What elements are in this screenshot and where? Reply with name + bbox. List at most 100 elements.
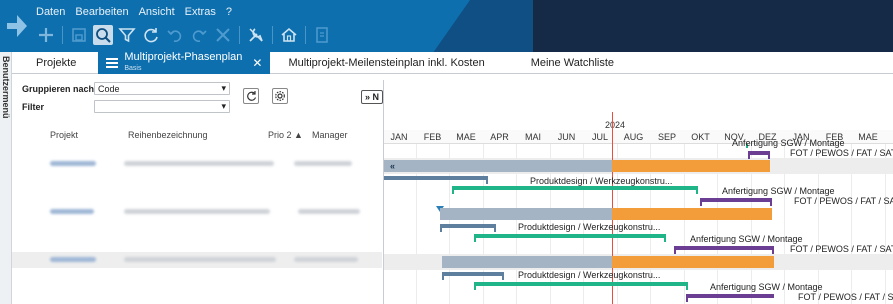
month-label: JUL [591, 132, 609, 142]
tab-bar: Projekte Multiprojekt-Phasenplan Basis ✕… [12, 52, 893, 74]
user-menu-sidebar[interactable]: Benutzermenü [0, 52, 12, 304]
plus-icon[interactable] [36, 25, 56, 45]
project-bar-done[interactable] [442, 256, 612, 268]
phase-label: FOT / PEWOS / FAT / SAT [794, 196, 893, 206]
month-label: JAN [390, 132, 408, 142]
project-bar-remaining[interactable] [612, 256, 774, 268]
blurred-series-name [124, 209, 270, 214]
toolbar-separator [272, 26, 273, 44]
filter-icon[interactable] [117, 25, 137, 45]
project-bar-remaining[interactable] [612, 208, 772, 220]
tab-label: Multiprojekt-Phasenplan [124, 51, 243, 63]
reload-button[interactable] [243, 88, 259, 104]
menu-bar: Daten Bearbeiten Ansicht Extras ? [36, 6, 232, 18]
column-projekt[interactable]: Projekt [50, 130, 78, 140]
table-row[interactable] [12, 252, 382, 268]
tools-icon[interactable] [246, 25, 266, 45]
phase-bar-tick [700, 198, 702, 206]
phase-label: FOT / PEWOS / FAT / SAT [790, 148, 893, 158]
hamburger-menu-icon[interactable] [106, 58, 119, 68]
column-prio[interactable]: Prio 2 ▲ [268, 130, 303, 140]
header-dark-area [533, 0, 893, 52]
user-menu-label: Benutzermenü [1, 56, 11, 119]
phase-bar-fabrication[interactable] [700, 198, 772, 202]
group-by-row: Gruppieren nach Code ▾ [22, 82, 230, 95]
project-bar-remaining[interactable] [612, 160, 770, 172]
export-icon[interactable] [312, 25, 332, 45]
column-manager[interactable]: Manager [312, 130, 348, 140]
menu-ansicht[interactable]: Ansicht [139, 6, 175, 18]
tab-meine-watchliste[interactable]: Meine Watchliste [507, 52, 638, 74]
phase-bar-tick [748, 151, 750, 159]
home-icon[interactable] [279, 25, 299, 45]
delete-icon[interactable] [213, 25, 233, 45]
phase-bar-tick [440, 224, 442, 232]
month-label: MAE [858, 132, 878, 142]
filter-row: Filter ▾ [22, 100, 230, 113]
gear-icon [275, 91, 285, 101]
phase-bar-planning[interactable] [384, 176, 488, 180]
project-bar-done[interactable] [440, 208, 612, 220]
phase-bar-tick [770, 198, 772, 206]
table-row[interactable] [12, 156, 382, 172]
menu-extras[interactable]: Extras [185, 6, 216, 18]
phase-bar-tick [772, 246, 774, 254]
toolbar-separator [62, 26, 63, 44]
column-reihenbezeichnung[interactable]: Reihenbezeichnung [128, 130, 208, 140]
chevron-down-icon: ▾ [221, 101, 226, 111]
settings-button[interactable] [272, 88, 288, 104]
filter-select[interactable]: ▾ [94, 100, 230, 113]
month-label: JUN [557, 132, 576, 142]
app-header: Daten Bearbeiten Ansicht Extras ? [0, 0, 893, 52]
nav-label: » N [364, 92, 379, 102]
collapse-icon[interactable]: « [390, 161, 395, 171]
refresh-icon[interactable] [141, 25, 161, 45]
phase-bar-tick [452, 186, 454, 194]
group-by-select[interactable]: Code ▾ [94, 82, 230, 95]
project-bar-done[interactable] [384, 160, 612, 172]
phase-bar-testing[interactable] [748, 151, 770, 155]
year-label: 2024 [605, 120, 626, 130]
redo-icon[interactable] [189, 25, 209, 45]
phase-bar-tick [768, 151, 770, 159]
phase-label: Anfertigung SGW / Montage [710, 282, 823, 292]
phase-bar-fabrication[interactable] [686, 294, 774, 298]
close-tab-icon[interactable]: ✕ [252, 56, 262, 70]
menu-help[interactable]: ? [226, 6, 232, 18]
search-icon[interactable] [93, 25, 113, 45]
grid-header: Projekt Reihenbezeichnung Prio 2 ▲ Manag… [12, 128, 382, 142]
toolbar-separator [305, 26, 306, 44]
tab-label: Projekte [36, 57, 77, 69]
phase-label: FOT / PEWOS / FAT / SAT [798, 292, 893, 302]
refresh-icon [247, 91, 257, 101]
tab-multiprojekt-phasenplan[interactable]: Multiprojekt-Phasenplan Basis ✕ [98, 51, 271, 74]
undo-icon[interactable] [165, 25, 185, 45]
phase-bar-planning[interactable] [442, 272, 504, 276]
month-label: APR [490, 132, 509, 142]
blurred-series-name [124, 161, 274, 166]
save-icon[interactable] [69, 25, 89, 45]
phase-bar-design[interactable] [474, 234, 666, 238]
phase-bar-tick [696, 186, 698, 194]
tab-multiprojekt-meilensteinplan[interactable]: Multiprojekt-Meilensteinplan inkl. Koste… [270, 52, 506, 74]
tab-label: Multiprojekt-Meilensteinplan inkl. Koste… [288, 57, 485, 69]
gantt-forward-button[interactable]: » N [361, 90, 383, 104]
tab-projekte[interactable]: Projekte [12, 52, 98, 74]
month-label: MAE [456, 132, 476, 142]
phase-label: Anfertigung SGW / Montage [690, 234, 803, 244]
phase-bar-tick [664, 234, 666, 242]
menu-daten[interactable]: Daten [36, 6, 65, 18]
phase-bar-design[interactable] [474, 282, 688, 286]
phase-bar-design[interactable] [452, 186, 698, 190]
phase-bar-planning[interactable] [440, 224, 496, 228]
toolbar-separator [239, 26, 240, 44]
month-label: FEB [423, 132, 442, 142]
phase-bar-fabrication[interactable] [674, 246, 774, 250]
tab-sublabel: Basis [124, 65, 142, 72]
phase-label: Produktdesign / Werkzeugkonstru... [530, 176, 673, 186]
phase-label: Anfertigung SGW / Montage [732, 138, 845, 148]
menu-bearbeiten[interactable]: Bearbeiten [75, 6, 128, 18]
table-row[interactable] [12, 204, 382, 220]
group-by-label: Gruppieren nach [22, 83, 95, 94]
gantt-chart: 2024 JAN FEB MAE APR MAI JUN JUL AUG SEP OKT NOV DE… [383, 80, 893, 304]
